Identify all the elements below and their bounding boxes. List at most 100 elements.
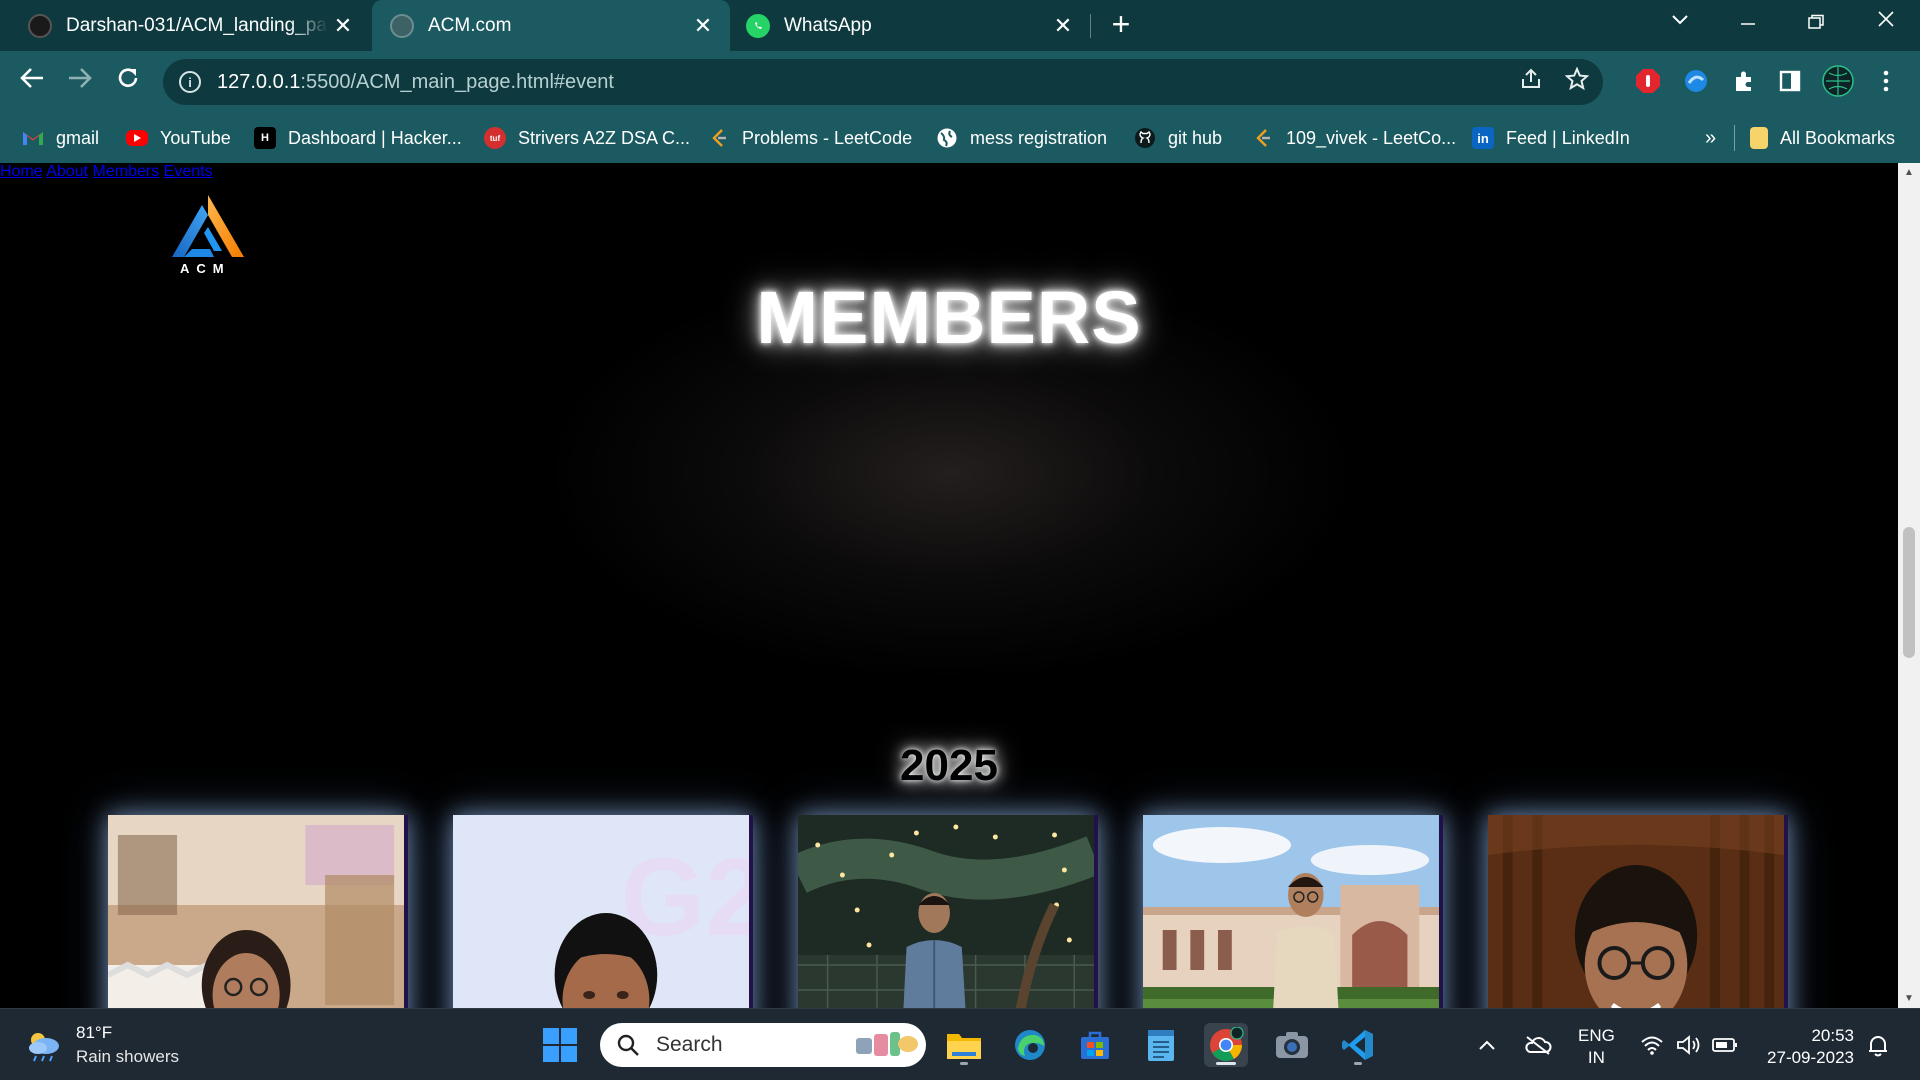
browser-menu-icon[interactable] xyxy=(1868,63,1904,99)
volume-button[interactable] xyxy=(1676,1009,1702,1080)
linkedin-icon: in xyxy=(1472,127,1494,149)
file-explorer-button[interactable] xyxy=(942,1023,986,1067)
bookmark-label: Strivers A2Z DSA C... xyxy=(518,127,691,148)
folder-icon xyxy=(947,1034,981,1059)
notifications-button[interactable] xyxy=(1866,1009,1890,1080)
chevron-up-icon xyxy=(1479,1040,1495,1050)
member-card[interactable] xyxy=(798,815,1098,1008)
edge-icon xyxy=(1015,1030,1045,1060)
system-clock[interactable]: 20:53 27-09-2023 xyxy=(1756,1025,1854,1069)
bookmark-github[interactable]: git hub xyxy=(1134,113,1222,163)
extension-adblock-icon[interactable] xyxy=(1630,63,1666,99)
side-panel-icon[interactable] xyxy=(1772,63,1808,99)
battery-button[interactable] xyxy=(1712,1009,1738,1080)
close-tab-icon[interactable]: ✕ xyxy=(688,13,718,39)
start-button[interactable] xyxy=(538,1023,582,1067)
member-card[interactable] xyxy=(1488,815,1788,1008)
windows-logo-icon xyxy=(543,1028,577,1062)
language-code: ENG xyxy=(1578,1026,1615,1045)
address-url[interactable]: 127.0.0.1:5500/ACM_main_page.html#event xyxy=(217,71,614,94)
scroll-up-arrow-icon[interactable]: ▲ xyxy=(1903,167,1915,178)
vscode-icon xyxy=(1342,1030,1373,1060)
bookmark-gmail[interactable]: gmail xyxy=(22,113,99,163)
new-tab-button[interactable]: + xyxy=(1106,6,1136,43)
search-highlight-icon xyxy=(856,1032,918,1056)
tab-title: WhatsApp xyxy=(784,14,872,36)
speaker-icon xyxy=(1677,1035,1700,1055)
tab-github[interactable]: Darshan-031/ACM_landing_page ✕ xyxy=(0,0,370,51)
nav-home[interactable]: Home xyxy=(0,163,43,180)
share-icon[interactable] xyxy=(1519,67,1543,98)
bookmark-leetcode[interactable]: Problems - LeetCode xyxy=(708,113,912,163)
network-button[interactable] xyxy=(1640,1009,1664,1080)
leetcode-icon xyxy=(1252,127,1274,149)
address-bar[interactable]: i 127.0.0.1:5500/ACM_main_page.html#even… xyxy=(163,59,1603,105)
year-heading: 2025 xyxy=(900,741,998,790)
bookmark-mess-registration[interactable]: mess registration xyxy=(936,113,1107,163)
clock-time: 20:53 xyxy=(1811,1026,1854,1045)
clock-date: 27-09-2023 xyxy=(1767,1048,1854,1067)
bookmark-label: Dashboard | Hacker... xyxy=(288,127,462,148)
reload-button[interactable] xyxy=(110,65,146,98)
man-fairy-lights-photo xyxy=(798,815,1094,1008)
more-bookmarks-button[interactable]: » xyxy=(1705,113,1716,163)
nav-members[interactable]: Members xyxy=(93,163,160,180)
whatsapp-icon xyxy=(746,13,770,38)
scroll-thumb[interactable] xyxy=(1903,527,1915,658)
address-host: 127.0.0.1 xyxy=(217,70,301,93)
bookmark-label: Problems - LeetCode xyxy=(742,127,913,148)
member-card[interactable] xyxy=(108,815,408,1008)
notepad-button[interactable] xyxy=(1139,1023,1183,1067)
site-info-icon[interactable]: i xyxy=(179,71,201,93)
bookmark-hackerrank[interactable]: H Dashboard | Hacker... xyxy=(254,113,462,163)
tab-title: ACM.com xyxy=(428,14,512,36)
onedrive-button[interactable] xyxy=(1524,1009,1552,1080)
scroll-down-arrow-icon[interactable]: ▼ xyxy=(1903,993,1915,1004)
chrome-button[interactable] xyxy=(1204,1023,1248,1067)
tab-whatsapp[interactable]: WhatsApp ✕ xyxy=(730,0,1090,51)
vscode-button[interactable] xyxy=(1336,1023,1380,1067)
nav-about[interactable]: About xyxy=(46,163,88,180)
taskbar-search[interactable]: Search xyxy=(600,1023,926,1067)
all-bookmarks-folder[interactable]: All Bookmarks xyxy=(1750,113,1895,163)
bookmarks-bar: gmail YouTube H Dashboard | Hacker... tu… xyxy=(0,113,1920,163)
bookmark-label: All Bookmarks xyxy=(1780,127,1896,148)
bookmark-linkedin[interactable]: in Feed | LinkedIn xyxy=(1472,113,1630,163)
weather-widget[interactable]: 81°F Rain showers xyxy=(24,1021,179,1069)
back-button[interactable] xyxy=(14,65,50,97)
restore-icon[interactable] xyxy=(1796,10,1836,36)
edge-button[interactable] xyxy=(1008,1023,1052,1067)
member-card[interactable]: G2 xyxy=(453,815,753,1008)
minimize-icon[interactable] xyxy=(1728,10,1768,36)
bookmark-star-icon[interactable] xyxy=(1564,66,1590,98)
camera-button[interactable] xyxy=(1270,1023,1314,1067)
man-glasses-curtain-photo xyxy=(1488,815,1784,1008)
forward-button[interactable] xyxy=(62,65,98,97)
address-path: :5500/ACM_main_page.html#event xyxy=(300,70,614,93)
close-tab-icon[interactable]: ✕ xyxy=(328,13,358,39)
close-tab-icon[interactable]: ✕ xyxy=(1048,13,1078,39)
acm-logo-icon[interactable] xyxy=(170,193,246,263)
profile-avatar[interactable] xyxy=(1820,63,1856,99)
page-scrollbar[interactable]: ▲ ▼ xyxy=(1898,163,1920,1008)
tab-separator xyxy=(1090,14,1091,38)
globe-icon xyxy=(936,127,958,149)
tab-search-chevron-icon[interactable] xyxy=(1660,10,1700,31)
nav-events[interactable]: Events xyxy=(164,163,213,180)
close-window-icon[interactable] xyxy=(1866,8,1906,34)
search-icon xyxy=(617,1034,639,1056)
bookmark-label: mess registration xyxy=(970,127,1108,148)
bookmark-leetcode-profile[interactable]: 109_vivek - LeetCo... xyxy=(1252,113,1456,163)
wifi-icon xyxy=(1641,1036,1663,1055)
gmail-icon xyxy=(22,127,44,149)
extensions-puzzle-icon[interactable] xyxy=(1726,63,1762,99)
show-hidden-icons-button[interactable] xyxy=(1478,1009,1496,1080)
bookmark-strivers[interactable]: tuf Strivers A2Z DSA C... xyxy=(484,113,690,163)
store-button[interactable] xyxy=(1073,1023,1117,1067)
tab-acm[interactable]: ACM.com ✕ xyxy=(372,0,730,51)
member-card[interactable] xyxy=(1143,815,1443,1008)
input-language-button[interactable]: ENG IN xyxy=(1578,1025,1615,1069)
extension-blue-icon[interactable] xyxy=(1678,63,1714,99)
bookmark-youtube[interactable]: YouTube xyxy=(126,113,231,163)
running-indicator xyxy=(960,1062,968,1065)
